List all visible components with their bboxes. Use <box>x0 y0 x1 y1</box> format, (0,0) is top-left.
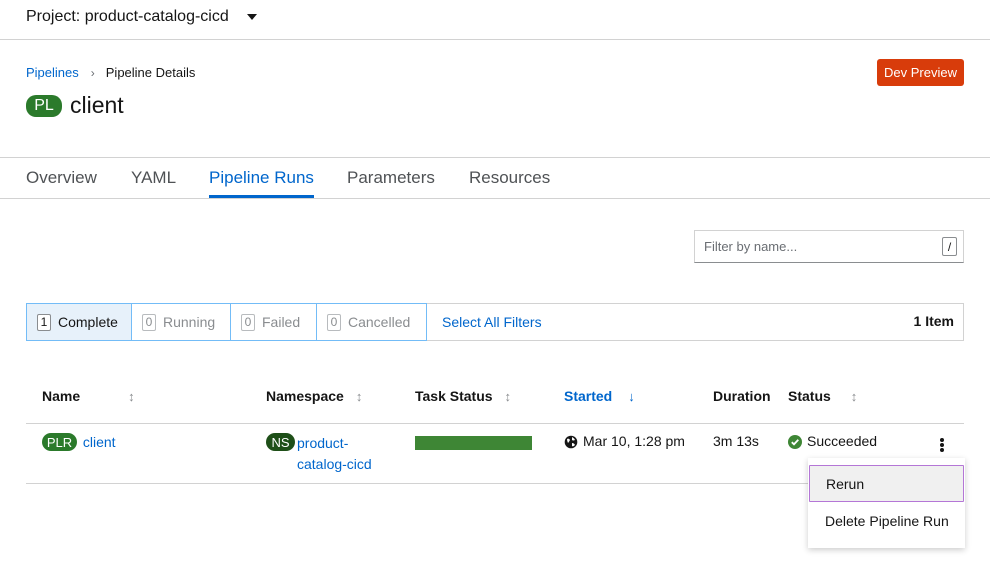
select-all-filters-link[interactable]: Select All Filters <box>442 314 542 330</box>
cell-started: Mar 10, 1:28 pm <box>564 433 685 449</box>
kebab-menu-icon[interactable] <box>935 436 949 454</box>
filter-running[interactable]: 0 Running <box>131 303 231 341</box>
breadcrumb-current: Pipeline Details <box>105 65 196 80</box>
pipeline-badge: PL <box>26 94 62 117</box>
breadcrumb: Pipelines › Pipeline Details <box>26 65 195 80</box>
namespace-link[interactable]: product- catalog-cicd <box>297 433 372 475</box>
column-header-task-status[interactable]: Task Status ↕ <box>415 388 511 404</box>
tab-overview[interactable]: Overview <box>26 168 97 198</box>
column-label: Status <box>788 388 831 404</box>
column-label: Duration <box>713 388 771 404</box>
column-label: Namespace <box>266 388 344 404</box>
tab-resources[interactable]: Resources <box>469 168 550 198</box>
filter-count: 0 <box>142 313 156 331</box>
filter-complete[interactable]: 1 Complete <box>26 303 132 341</box>
sort-arrows-icon: ↕ <box>504 388 512 404</box>
tab-yaml[interactable]: YAML <box>131 168 176 198</box>
column-header-name[interactable]: Name ↕ <box>42 388 135 404</box>
column-label: Task Status <box>415 388 493 404</box>
tab-parameters[interactable]: Parameters <box>347 168 435 198</box>
breadcrumb-pipelines-link[interactable]: Pipelines <box>26 65 79 80</box>
row-filter-bar: 1 Complete 0 Running 0 Failed 0 Cancelle… <box>26 303 964 341</box>
column-label: Name <box>42 388 81 404</box>
filter-count: 0 <box>241 313 255 331</box>
column-label: Started <box>564 388 613 404</box>
filter-name-input[interactable] <box>704 239 934 254</box>
status-text: Succeeded <box>807 433 878 449</box>
project-selector-label: Project: product-catalog-cicd <box>26 8 229 25</box>
namespace-line1: product- <box>297 435 349 451</box>
cell-status: Succeeded <box>788 433 878 450</box>
column-header-started[interactable]: Started ↓ <box>564 388 635 404</box>
pipelinerun-link[interactable]: client <box>83 434 116 450</box>
sort-down-icon: ↓ <box>628 388 635 404</box>
filter-label: Running <box>163 314 216 330</box>
started-time: Mar 10, 1:28 pm <box>583 433 685 449</box>
filter-cancelled[interactable]: 0 Cancelled <box>316 303 427 341</box>
filter-by-name: / <box>694 230 964 263</box>
tab-pipeline-runs[interactable]: Pipeline Runs <box>209 168 314 198</box>
column-header-duration[interactable]: Duration <box>713 388 771 404</box>
globe-icon <box>564 435 578 449</box>
cell-duration: 3m 13s <box>713 433 759 449</box>
check-circle-icon <box>788 435 802 450</box>
sort-arrows-icon: ↕ <box>128 388 135 404</box>
filter-failed[interactable]: 0 Failed <box>230 303 317 341</box>
item-count: 1 Item <box>913 313 954 329</box>
tab-bar: Overview YAML Pipeline Runs Parameters R… <box>0 157 990 199</box>
column-header-status[interactable]: Status ↕ <box>788 388 857 404</box>
row-divider <box>26 423 964 424</box>
menu-item-delete-pipeline-run[interactable]: Delete Pipeline Run <box>808 502 965 539</box>
pipelinerun-badge: PLR <box>42 433 77 451</box>
chevron-right-icon: › <box>90 65 95 80</box>
column-header-namespace[interactable]: Namespace ↕ <box>266 388 362 404</box>
caret-down-icon <box>246 14 257 20</box>
project-selector[interactable]: Project: product-catalog-cicd <box>26 8 257 26</box>
dev-preview-badge[interactable]: Dev Preview <box>877 59 964 86</box>
project-bar: Project: product-catalog-cicd <box>0 0 990 40</box>
task-status-bar[interactable] <box>415 436 532 450</box>
cell-name: PLR client <box>42 433 116 451</box>
page-title: PL client <box>26 92 124 119</box>
filter-count: 0 <box>327 313 341 331</box>
filter-label: Failed <box>262 314 301 330</box>
sort-arrows-icon: ↕ <box>850 388 858 404</box>
cell-namespace: NS product- catalog-cicd <box>266 433 372 475</box>
menu-item-rerun[interactable]: Rerun <box>809 465 964 502</box>
pipeline-name: client <box>70 92 124 118</box>
filter-label: Cancelled <box>348 314 411 330</box>
sort-arrows-icon: ↕ <box>355 388 363 404</box>
namespace-line2: catalog-cicd <box>297 456 372 472</box>
namespace-badge: NS <box>266 433 295 451</box>
filter-count: 1 <box>37 313 51 331</box>
filter-label: Complete <box>58 314 118 330</box>
keyboard-shortcut-hint: / <box>942 237 957 256</box>
row-actions-menu: Rerun Delete Pipeline Run <box>808 458 965 548</box>
